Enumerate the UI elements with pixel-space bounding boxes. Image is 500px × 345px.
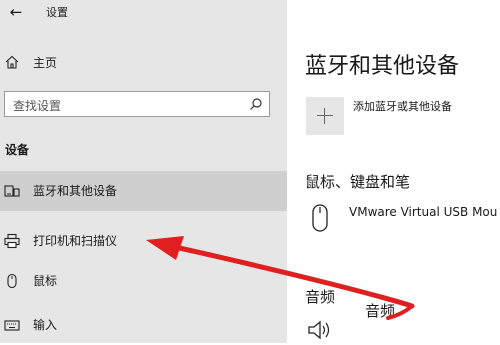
search-placeholder: 查找设置 (13, 99, 62, 113)
sidebar-item-label: 鼠标 (33, 274, 58, 288)
home-icon (5, 55, 19, 69)
mouse-keyboard-pen-heading: 鼠标、键盘和笔 (305, 173, 411, 191)
plus-icon (324, 108, 325, 124)
sidebar-item-mouse[interactable]: 鼠标 (0, 261, 287, 301)
sidebar-item-label: 输入 (33, 318, 58, 332)
sidebar-item-label: 蓝牙和其他设备 (33, 184, 118, 198)
keyboard-icon (4, 320, 20, 331)
app-title: 设置 (46, 6, 68, 19)
printer-icon (4, 233, 20, 249)
add-device-button[interactable] (306, 97, 344, 135)
sidebar-item-printers[interactable]: 打印机和扫描仪 (0, 221, 287, 261)
bluetooth-devices-icon (4, 185, 20, 197)
home-label: 主页 (33, 56, 58, 70)
sidebar-item-bluetooth[interactable]: 蓝牙和其他设备 (0, 171, 287, 211)
page-title: 蓝牙和其他设备 (305, 54, 460, 79)
sidebar-item-home[interactable]: 主页 (0, 50, 287, 74)
sidebar-item-input[interactable]: 输入 (0, 305, 287, 345)
mouse-icon (7, 273, 17, 289)
back-arrow-icon[interactable]: ← (6, 2, 26, 22)
search-icon[interactable] (249, 97, 263, 111)
title-bar: ← 设置 (0, 0, 287, 30)
audio-heading-overlay: 音频 (365, 302, 396, 320)
sidebar: ← 设置 主页 查找设置 设备 蓝牙和其他设备 打印机和扫描仪 鼠标 输入 (0, 0, 287, 343)
main-content: 蓝牙和其他设备 添加蓝牙或其他设备 鼠标、键盘和笔 VMware Virtual… (287, 0, 500, 343)
add-device-label[interactable]: 添加蓝牙或其他设备 (353, 98, 452, 114)
mouse-device-name[interactable]: VMware Virtual USB Mou (349, 205, 497, 219)
section-label-devices: 设备 (5, 143, 30, 157)
audio-heading: 音频 (305, 288, 336, 306)
plus-icon-bar (317, 115, 333, 116)
sidebar-item-label: 打印机和扫描仪 (33, 234, 118, 248)
speaker-icon (308, 320, 330, 340)
mouse-device-icon (312, 204, 328, 232)
search-input[interactable]: 查找设置 (4, 91, 270, 117)
